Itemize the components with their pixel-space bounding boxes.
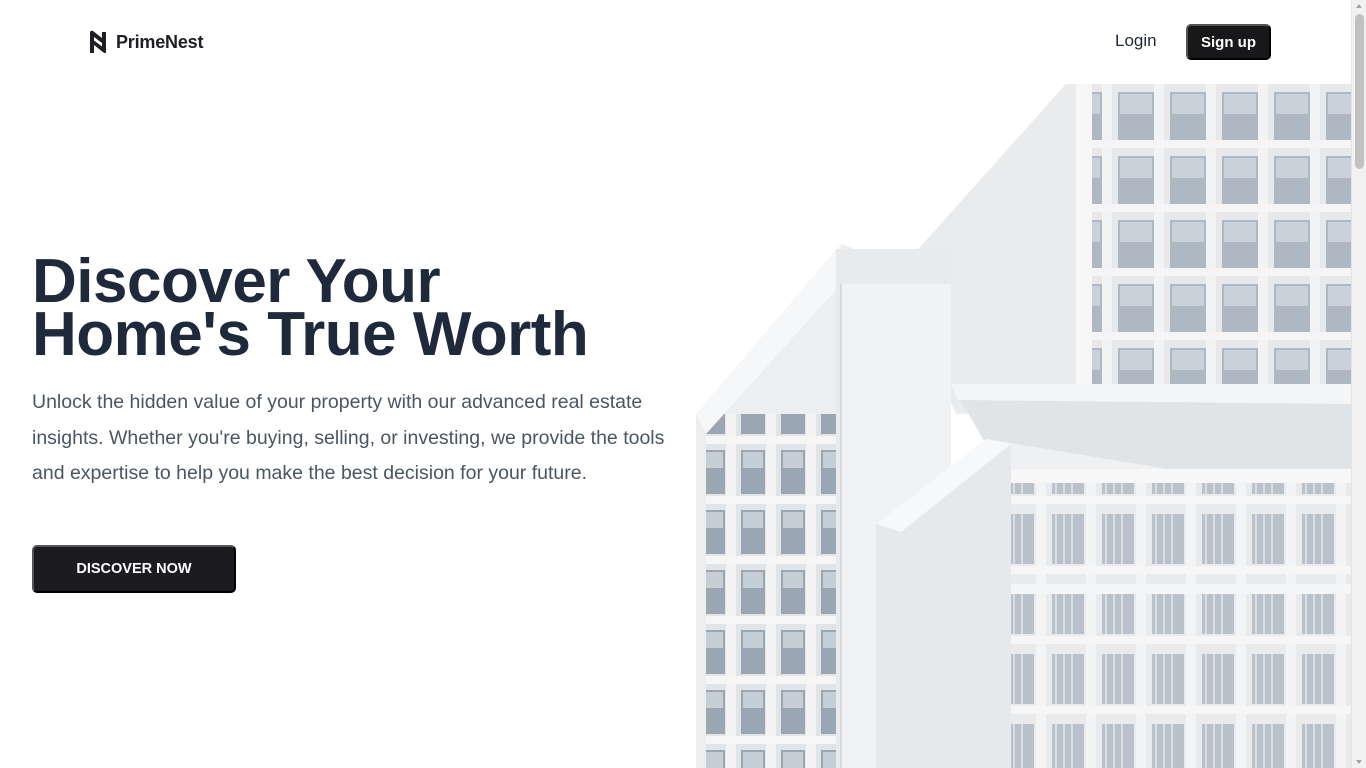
- hero-building-image: [696, 84, 1351, 768]
- login-link[interactable]: Login: [1115, 31, 1157, 51]
- brand[interactable]: PrimeNest: [88, 29, 203, 55]
- brand-name: PrimeNest: [116, 31, 204, 52]
- page-scrollbar[interactable]: [1351, 0, 1366, 768]
- discover-now-button[interactable]: DISCOVER NOW: [32, 545, 236, 593]
- scroll-down-arrow-icon[interactable]: [1356, 760, 1362, 764]
- scrollbar-thumb[interactable]: [1355, 14, 1364, 169]
- primenest-logo-icon: [90, 30, 106, 54]
- navbar: PrimeNest Login Sign up: [0, 0, 1351, 84]
- hero-title-line-2: Home's True Worth: [32, 300, 589, 369]
- hero-description: Unlock the hidden value of your property…: [32, 391, 665, 484]
- hero-title: Discover Your Home's True Worth: [32, 251, 692, 369]
- signup-button[interactable]: Sign up: [1186, 24, 1271, 60]
- scroll-up-arrow-icon[interactable]: [1356, 4, 1362, 8]
